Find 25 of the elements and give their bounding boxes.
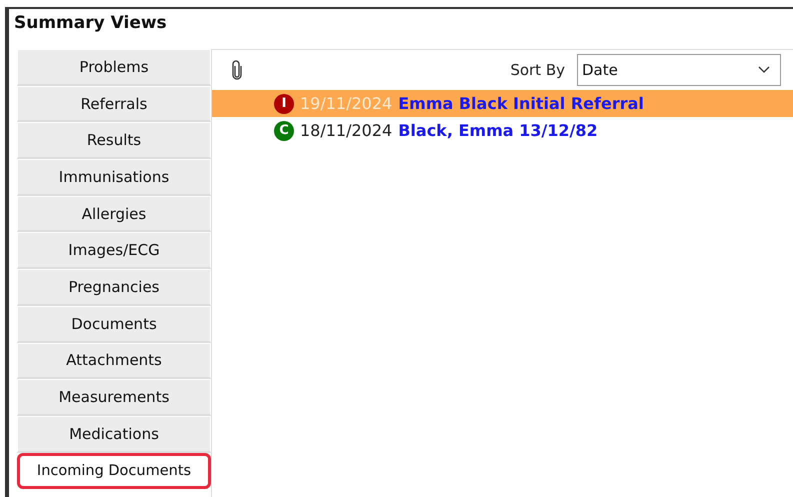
sidebar-item[interactable]: Measurements [17,379,211,416]
window-title: Summary Views [13,12,168,35]
sort-dropdown[interactable]: Date [577,54,781,86]
document-row[interactable]: I 19/11/2024 Emma Black Initial Referral [212,90,793,117]
sidebar-item[interactable]: Incoming Documents [17,452,211,490]
sidebar-item[interactable]: Immunisations [17,159,211,196]
sidebar-item[interactable]: Allergies [17,196,211,232]
document-date: 18/11/2024 [300,121,392,140]
sidebar-item[interactable]: Pregnancies [17,269,211,306]
sidebar-item[interactable]: Documents [17,306,211,342]
document-title[interactable]: Black, Emma 13/12/82 [398,121,598,140]
sidebar-item[interactable]: Referrals [17,86,211,122]
sidebar-item[interactable]: Problems [17,49,211,86]
document-row[interactable]: C 18/11/2024 Black, Emma 13/12/82 [212,117,793,144]
paperclip-icon[interactable] [232,60,242,80]
document-date: 19/11/2024 [300,94,392,113]
sidebar-item[interactable]: Images/ECG [17,232,211,270]
sidebar-item[interactable]: Medications [17,416,211,453]
caret-icon [758,66,770,74]
sort-label: Sort By [510,61,565,79]
sidebar-item[interactable]: Attachments [17,342,211,380]
status-icon: I [274,94,294,114]
status-icon: C [274,120,294,140]
sidebar-item[interactable]: Results [17,122,211,160]
document-title[interactable]: Emma Black Initial Referral [398,94,644,113]
